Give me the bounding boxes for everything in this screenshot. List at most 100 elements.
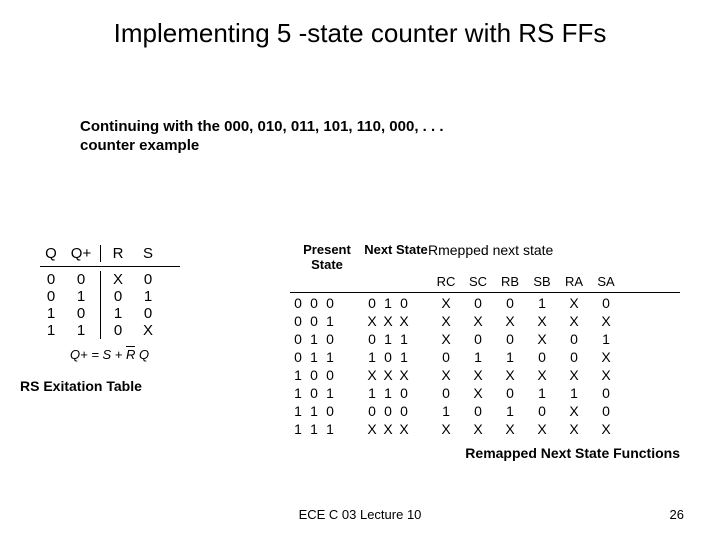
cell: 1 xyxy=(494,403,526,421)
cell: 0 xyxy=(558,349,590,367)
cell xyxy=(412,421,430,439)
cell: X xyxy=(364,367,380,385)
cell: X xyxy=(590,349,622,367)
col-ra: RA xyxy=(558,274,590,289)
cell: 1 xyxy=(290,367,306,385)
cell: 0 xyxy=(494,385,526,403)
cell: 1 xyxy=(590,331,622,349)
excite-row: 0 1 0 1 xyxy=(40,288,180,305)
cell xyxy=(412,403,430,421)
excite-caption: RS Exitation Table xyxy=(20,378,180,394)
cell: 0 xyxy=(137,271,159,288)
cell: 0 xyxy=(590,403,622,421)
cell: X xyxy=(558,313,590,331)
cell: X xyxy=(430,421,462,439)
remapped-header: Rmepped next state xyxy=(428,242,658,272)
cell: 0 xyxy=(364,403,380,421)
cell: 1 xyxy=(558,385,590,403)
cell: 0 xyxy=(322,403,338,421)
cell: 0 xyxy=(526,349,558,367)
big-headers: Present State Next State Rmepped next st… xyxy=(290,242,680,272)
cell: 1 xyxy=(322,385,338,403)
cell xyxy=(412,313,430,331)
cell: X xyxy=(380,421,396,439)
remapped-subheader: RC SC RB SB RA SA xyxy=(290,274,680,289)
cell: 0 xyxy=(396,295,412,313)
cell: 1 xyxy=(322,421,338,439)
cell: 0 xyxy=(40,271,62,288)
cell: 0 xyxy=(40,288,62,305)
cell: 0 xyxy=(462,403,494,421)
cell: 0 xyxy=(290,295,306,313)
cell: X xyxy=(494,313,526,331)
cell: X xyxy=(590,367,622,385)
cell: 0 xyxy=(306,385,322,403)
cell: 0 xyxy=(526,403,558,421)
cell: 0 xyxy=(380,349,396,367)
cell: X xyxy=(558,367,590,385)
cell: 1 xyxy=(380,331,396,349)
table-row: 001XXXXXXXXX xyxy=(290,313,680,331)
col-qplus: Q+ xyxy=(70,245,92,262)
cell xyxy=(412,295,430,313)
cell: 1 xyxy=(70,288,92,305)
col-r: R xyxy=(100,245,129,262)
cell: 1 xyxy=(70,322,92,339)
cell: X xyxy=(100,271,129,288)
cell: X xyxy=(526,313,558,331)
cell: X xyxy=(590,313,622,331)
cell: 0 xyxy=(590,295,622,313)
cell: 1 xyxy=(100,305,129,322)
rule xyxy=(290,292,680,293)
remapped-caption: Remapped Next State Functions xyxy=(290,445,680,461)
cell: 1 xyxy=(494,349,526,367)
present-state-header: Present State xyxy=(290,242,364,272)
cell: 0 xyxy=(462,295,494,313)
cell: X xyxy=(462,367,494,385)
cell: 0 xyxy=(70,271,92,288)
cell: 0 xyxy=(306,313,322,331)
col-s: S xyxy=(137,245,159,262)
cell: 1 xyxy=(430,403,462,421)
cell: 0 xyxy=(306,367,322,385)
table-row: 111XXXXXXXXX xyxy=(290,421,680,439)
cell: X xyxy=(430,367,462,385)
cell: 0 xyxy=(137,305,159,322)
cell xyxy=(338,349,364,367)
cell: 0 xyxy=(100,322,129,339)
cell: X xyxy=(396,313,412,331)
cell: X xyxy=(430,313,462,331)
cell xyxy=(338,367,364,385)
cell: 1 xyxy=(40,322,62,339)
cell: X xyxy=(137,322,159,339)
cell: X xyxy=(462,313,494,331)
qplus-equation: Q+ = S + R Q xyxy=(70,347,180,362)
cell: X xyxy=(494,421,526,439)
cell: 1 xyxy=(290,421,306,439)
spacer xyxy=(290,274,430,289)
col-rc: RC xyxy=(430,274,462,289)
footer-text: ECE C 03 Lecture 10 xyxy=(0,507,720,522)
cell: 0 xyxy=(430,349,462,367)
cell: 1 xyxy=(306,331,322,349)
cell xyxy=(338,385,364,403)
cell: X xyxy=(526,421,558,439)
cell: 0 xyxy=(100,288,129,305)
cell: 1 xyxy=(290,385,306,403)
cell: 0 xyxy=(558,331,590,349)
cell: X xyxy=(396,367,412,385)
col-rb: RB xyxy=(494,274,526,289)
cell: 0 xyxy=(590,385,622,403)
cell: X xyxy=(462,421,494,439)
rule xyxy=(40,266,180,267)
table-row: 1100001010X0 xyxy=(290,403,680,421)
cell: 0 xyxy=(462,331,494,349)
cell xyxy=(412,331,430,349)
page-number: 26 xyxy=(670,507,684,522)
cell: 0 xyxy=(430,385,462,403)
cell: 1 xyxy=(364,349,380,367)
cell xyxy=(412,349,430,367)
cell: 0 xyxy=(396,385,412,403)
eq-rbar: R xyxy=(126,347,135,362)
excite-row: 1 1 0 X xyxy=(40,322,180,339)
